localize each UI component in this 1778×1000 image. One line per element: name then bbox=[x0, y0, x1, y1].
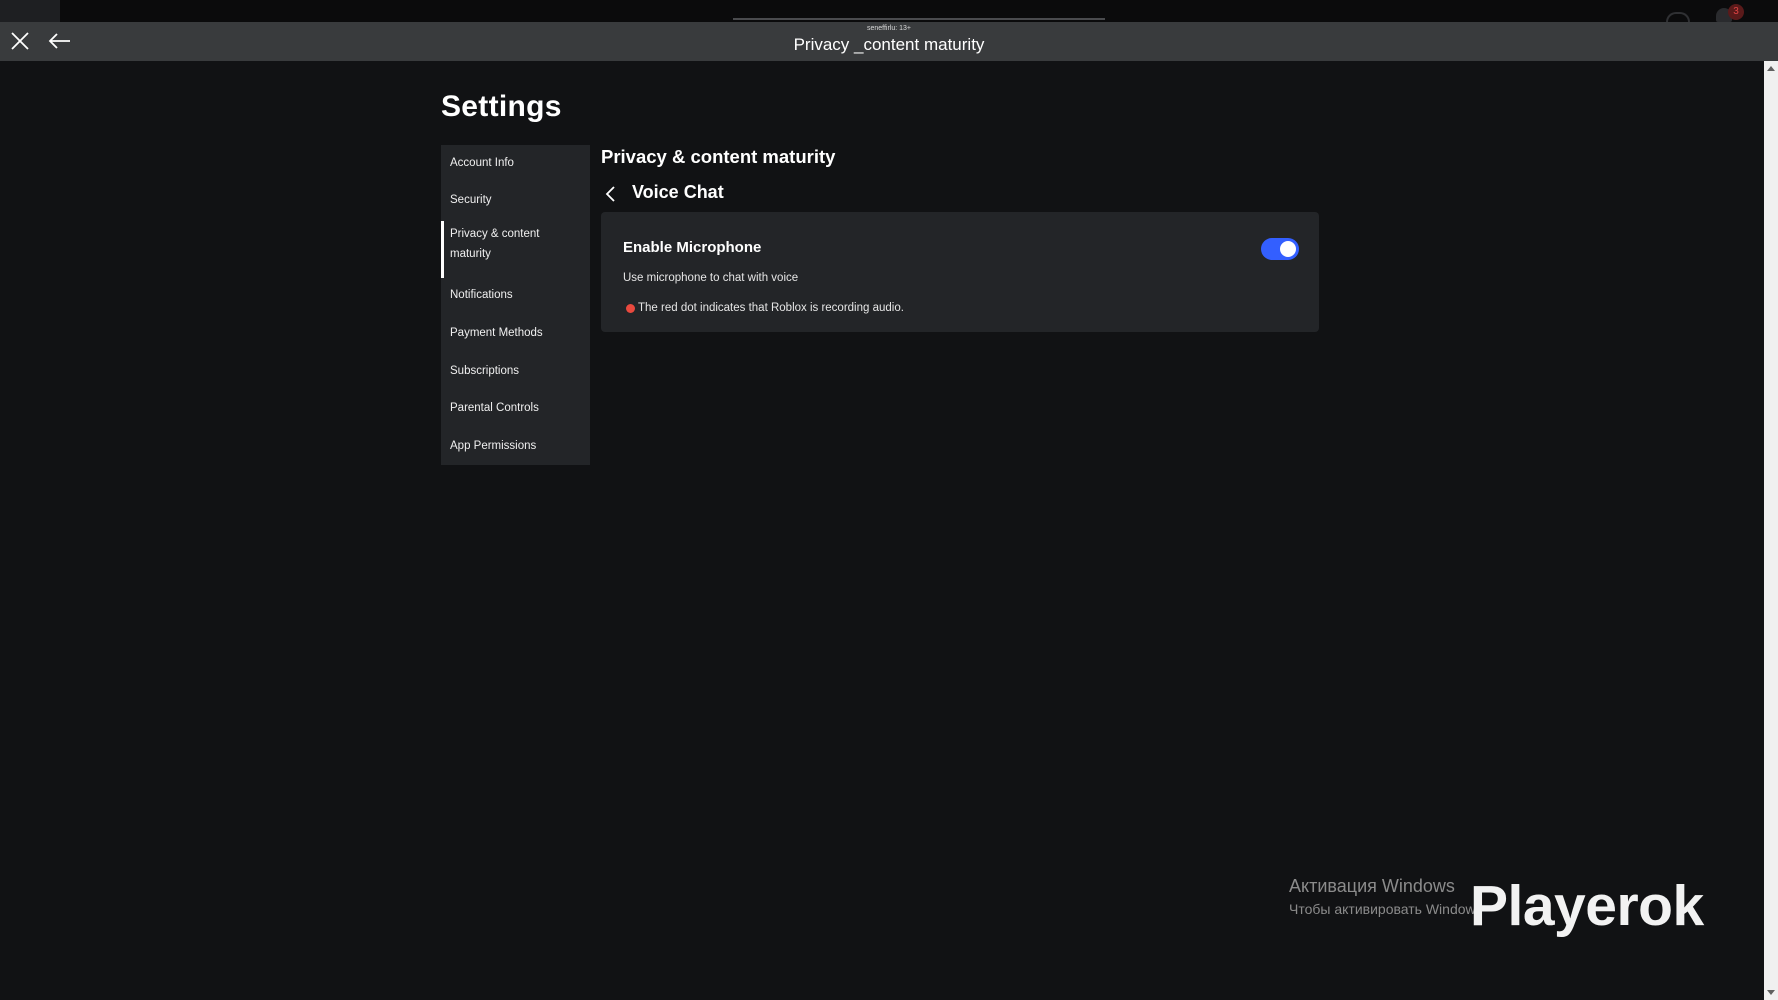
top-address-line bbox=[733, 18, 1105, 20]
top-left-block bbox=[0, 0, 60, 22]
window-title: Privacy _content maturity bbox=[793, 35, 985, 54]
activation-line-1: Активация Windows bbox=[1289, 876, 1455, 896]
user-tag: seneffirlu: 13+ bbox=[866, 25, 912, 32]
recording-note: The red dot indicates that Roblox is rec… bbox=[626, 302, 904, 314]
sidebar-item-payment-methods[interactable]: Payment Methods bbox=[441, 323, 590, 343]
vertical-scrollbar[interactable] bbox=[1764, 61, 1778, 1000]
title-bar: seneffirlu: 13+ Privacy _content maturit… bbox=[0, 22, 1778, 61]
arrow-left-icon bbox=[48, 33, 70, 49]
sidebar-item-app-permissions[interactable]: App Permissions bbox=[441, 436, 590, 456]
activation-line-2: Чтобы активировать Window bbox=[1289, 901, 1476, 917]
scroll-down-icon[interactable] bbox=[1767, 990, 1775, 995]
microphone-card: Enable Microphone Use microphone to chat… bbox=[601, 212, 1319, 332]
recording-note-text: The red dot indicates that Roblox is rec… bbox=[638, 302, 904, 314]
notification-badge: 3 bbox=[1728, 4, 1744, 20]
os-top-strip: 3 bbox=[0, 0, 1778, 22]
sidebar-item-notifications[interactable]: Notifications bbox=[441, 285, 590, 305]
close-button[interactable] bbox=[8, 29, 32, 53]
sidebar-item-account-info[interactable]: Account Info bbox=[441, 153, 590, 173]
enable-microphone-toggle[interactable] bbox=[1261, 238, 1299, 260]
back-button[interactable] bbox=[47, 29, 73, 53]
toggle-knob bbox=[1280, 241, 1296, 257]
sidebar-item-subscriptions[interactable]: Subscriptions bbox=[441, 361, 590, 381]
settings-sidebar: Account Info Security Privacy & content … bbox=[441, 145, 590, 465]
card-description: Use microphone to chat with voice bbox=[623, 272, 799, 284]
windows-activation-notice: Активация Windows Чтобы активировать Win… bbox=[1289, 876, 1476, 917]
sidebar-item-privacy[interactable]: Privacy & content maturity bbox=[441, 221, 590, 278]
sidebar-item-security[interactable]: Security bbox=[441, 190, 590, 210]
red-dot-icon bbox=[626, 303, 635, 313]
scroll-up-icon[interactable] bbox=[1767, 66, 1775, 71]
page-title: Settings bbox=[441, 90, 562, 123]
shield-icon[interactable] bbox=[1666, 12, 1690, 22]
watermark-logo: Playerok bbox=[1470, 874, 1704, 938]
section-title: Privacy & content maturity bbox=[601, 146, 836, 167]
sidebar-item-parental-controls[interactable]: Parental Controls bbox=[441, 398, 590, 418]
back-chevron-button[interactable] bbox=[603, 184, 619, 204]
close-icon bbox=[11, 32, 29, 50]
sub-header-title: Voice Chat bbox=[632, 182, 724, 202]
chevron-left-icon bbox=[605, 186, 615, 202]
card-title: Enable Microphone bbox=[623, 239, 762, 256]
